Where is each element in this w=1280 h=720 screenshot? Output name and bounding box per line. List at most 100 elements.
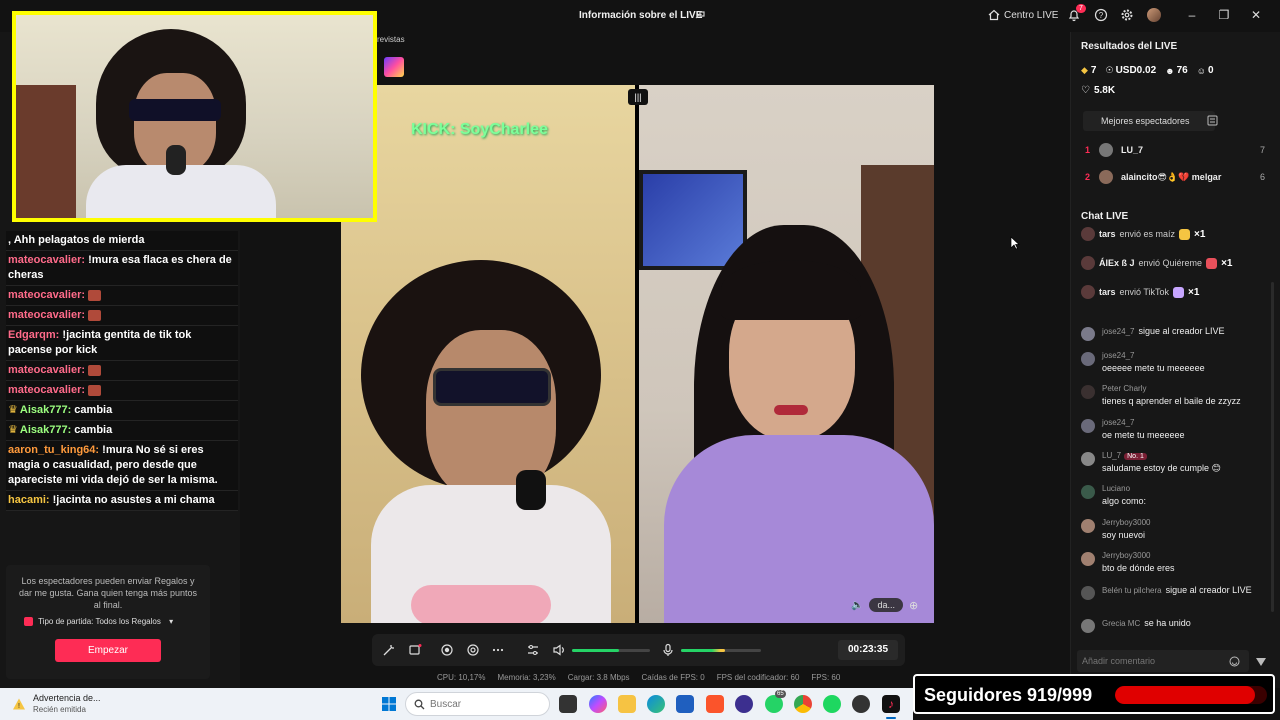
overlay-chat-line: mateocavalier:	[6, 286, 238, 306]
kick-overlay-text: KICK: SoyCharlee	[411, 121, 548, 138]
chrome-icon[interactable]	[794, 695, 812, 713]
restore-button[interactable]: ❐	[1217, 8, 1231, 22]
chat-user: Belén tu pilchera	[1102, 586, 1162, 595]
chat-user: jose24_7	[1102, 351, 1135, 360]
microphone-volume-slider[interactable]	[681, 649, 761, 652]
minimize-button[interactable]: –	[1185, 8, 1199, 22]
task-view-icon[interactable]	[559, 695, 577, 713]
heart-icon: ♡	[1081, 85, 1090, 96]
speaker-volume-slider[interactable]	[572, 649, 650, 652]
notification-title[interactable]: Advertencia de...	[33, 693, 101, 703]
best-viewer-row[interactable]: 1 LU_7 7	[1085, 142, 1265, 158]
taskbar-search[interactable]	[405, 692, 550, 716]
gear-icon[interactable]	[1120, 8, 1134, 22]
speaker-volume-icon[interactable]	[552, 643, 566, 657]
chat-user-line: Jerryboy3000	[1102, 551, 1150, 560]
start-battle-button[interactable]: Empezar	[55, 639, 161, 662]
stream-preview[interactable]: KICK: SoyCharlee ||| 🔈 da... ⊕	[341, 85, 934, 623]
user-avatar[interactable]	[1147, 8, 1161, 22]
overlay-chat-user: Edgarqm:	[8, 329, 60, 341]
tiktok-live-studio-icon[interactable]: ♪	[882, 695, 900, 713]
chat-scrollbar[interactable]	[1271, 282, 1274, 612]
overlay-chat-line: aaron_tu_king64: !mura No sé si eres mag…	[6, 441, 238, 491]
warning-icon[interactable]: !	[12, 697, 26, 711]
encoder-fps-stat: FPS del codificador: 60	[716, 673, 800, 682]
live-chat-heading: Chat LIVE	[1081, 211, 1129, 222]
more-icon[interactable]	[491, 643, 505, 657]
gift-message[interactable]: ÁlEx ß Jenvió Quiéreme ×1	[1081, 255, 1232, 271]
overlay-chat-line: ♛ Aisak777: cambia	[6, 401, 238, 421]
coin-icon: ☉	[1105, 65, 1114, 75]
proton-vpn-icon[interactable]	[735, 695, 753, 713]
share-icon[interactable]	[694, 9, 706, 21]
comment-input[interactable]	[1077, 650, 1249, 672]
best-viewer-row[interactable]: 2 alaincito😎👌💔 melgar 6	[1085, 169, 1265, 185]
edge-icon[interactable]	[647, 695, 665, 713]
chat-avatar	[1081, 485, 1095, 499]
search-input[interactable]	[430, 697, 520, 712]
chat-inline-line: Grecia MC se ha unido	[1102, 618, 1191, 628]
mouse-cursor-icon	[1010, 236, 1020, 250]
file-explorer-icon[interactable]	[618, 695, 636, 713]
chevron-down-icon: ▾	[169, 617, 174, 626]
crown-icon: ♛	[8, 404, 18, 416]
obs-icon[interactable]	[852, 695, 870, 713]
emoji-icon[interactable]	[1229, 656, 1240, 667]
spotify-icon[interactable]	[823, 695, 841, 713]
diamonds-value: 7	[1090, 65, 1097, 76]
send-icon[interactable]	[1255, 656, 1267, 668]
help-icon[interactable]: ?	[1094, 8, 1108, 22]
chat-avatar	[1081, 619, 1095, 633]
windows-start-icon[interactable]	[381, 696, 397, 712]
overlay-chat-user: mateocavalier:	[8, 254, 86, 266]
chat-avatar	[1081, 327, 1095, 341]
viewers-icon: ☻	[1165, 65, 1175, 76]
chat-text: oeeeee mete tu meeeeee	[1102, 363, 1205, 373]
record-icon[interactable]	[440, 643, 454, 657]
guest-video-pane	[639, 85, 934, 623]
sliders-icon[interactable]	[526, 643, 540, 657]
chat-text: saludame estoy de cumple 😊	[1102, 463, 1221, 473]
overlay-chat-line: mateocavalier:	[6, 381, 238, 401]
battle-type-selector[interactable]: Tipo de partida: Todos los Regalos ▾	[24, 617, 174, 627]
follower-goal-widget: Seguidores 919/999	[913, 674, 1275, 714]
microphone-volume-fill	[681, 649, 725, 652]
home-icon	[988, 9, 1000, 21]
microphone-icon[interactable]	[661, 643, 675, 657]
diamond-icon: ◆	[1081, 65, 1088, 75]
guest-name-pill[interactable]: da...	[869, 598, 903, 612]
centro-live-button[interactable]: Centro LIVE	[988, 9, 1058, 21]
chat-avatar	[1081, 552, 1095, 566]
best-viewers-tab[interactable]: Mejores espectadores	[1083, 111, 1215, 131]
brave-icon[interactable]	[706, 695, 724, 713]
copilot-icon[interactable]	[589, 695, 607, 713]
viewer-count: 6	[1259, 172, 1265, 182]
overlay-chat-text: , Ahh pelagatos de mierda	[8, 234, 145, 246]
gift-thumbnail-icon[interactable]	[384, 57, 404, 77]
store-icon[interactable]	[676, 695, 694, 713]
audio-levels-icon[interactable]: |||	[628, 89, 648, 105]
speaker-icon[interactable]: 🔈	[851, 600, 863, 611]
viewer-avatar	[1099, 170, 1113, 184]
add-icon[interactable]: ⊕	[909, 599, 918, 612]
camera-switch-icon[interactable]	[466, 643, 480, 657]
chat-user-line: Jerryboy3000	[1102, 518, 1150, 527]
screen-effects-icon[interactable]	[408, 643, 422, 657]
gift-multiplier: ×1	[1221, 257, 1233, 269]
best-viewers-label: Mejores espectadores	[1101, 116, 1190, 126]
window-title[interactable]: Información sobre el LIVE	[579, 10, 702, 21]
chat-text: tienes q aprender el baile de zzyzz	[1102, 396, 1241, 406]
svg-text:?: ?	[1099, 11, 1104, 20]
chat-text: algo como:	[1102, 496, 1147, 506]
list-icon[interactable]	[1207, 115, 1218, 126]
overlay-chat-text: cambia	[71, 424, 113, 436]
gift-message[interactable]: tars envió es maíz ×1	[1081, 226, 1205, 242]
overlay-chat-user: mateocavalier:	[8, 384, 86, 396]
chat-user: Peter Charly	[1102, 384, 1147, 393]
battle-description: Los espectadores pueden enviar Regalos y…	[18, 576, 198, 610]
whatsapp-badge: 65	[775, 690, 786, 698]
speaker-volume-fill	[572, 649, 619, 652]
close-button[interactable]: ✕	[1249, 8, 1263, 22]
magic-wand-icon[interactable]	[382, 643, 396, 657]
gift-message[interactable]: tars envió TikTok ×1	[1081, 284, 1199, 300]
